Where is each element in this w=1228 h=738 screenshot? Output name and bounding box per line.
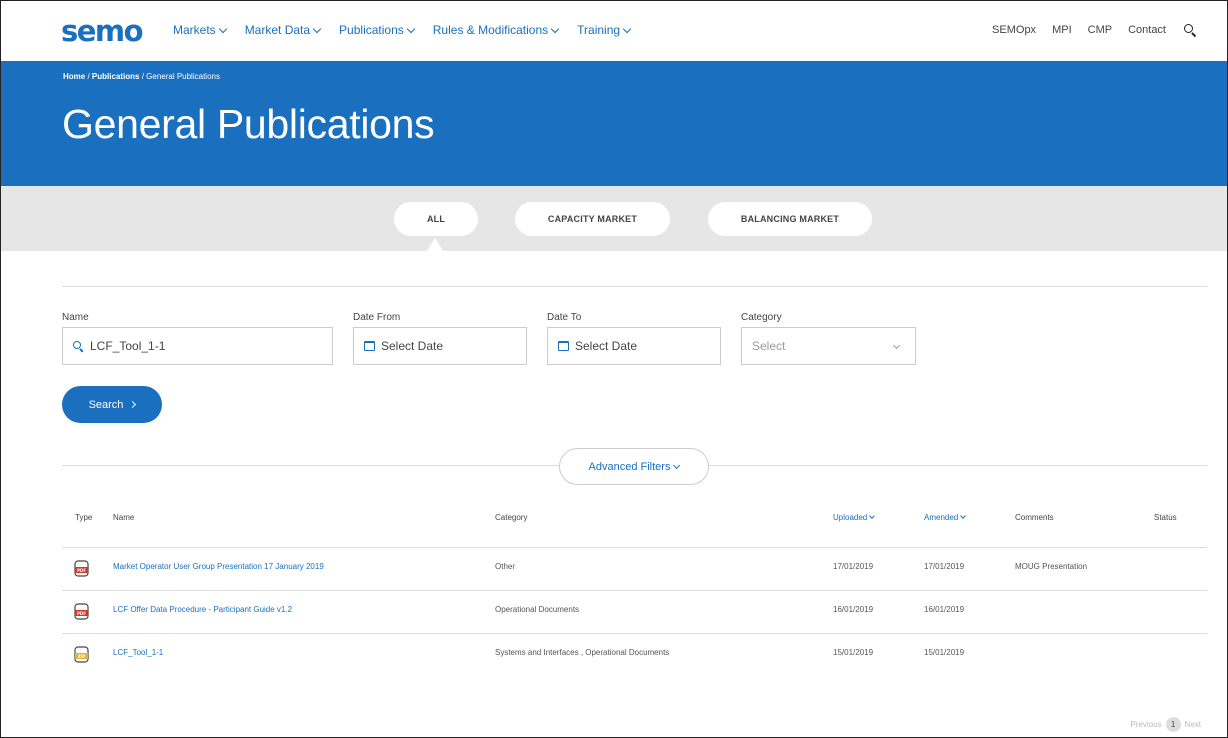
- file-uploaded: 16/01/2019: [833, 605, 874, 614]
- chevron-down-icon: [312, 24, 322, 34]
- nav-publications[interactable]: Publications: [339, 23, 416, 37]
- top-nav: semo Markets Market Data Publications Ru…: [1, 1, 1227, 61]
- zip-file-icon[interactable]: ZIP: [74, 646, 89, 663]
- search-icon[interactable]: [1183, 23, 1197, 38]
- breadcrumb-home[interactable]: Home: [63, 72, 85, 81]
- link-semopx[interactable]: SEMOpx: [992, 24, 1036, 36]
- pdf-file-icon[interactable]: PDF: [74, 560, 89, 577]
- divider: [62, 286, 1207, 287]
- link-mpi[interactable]: MPI: [1052, 24, 1072, 36]
- file-amended: 16/01/2019: [924, 605, 965, 614]
- sort-icon: [960, 513, 967, 519]
- divider: [709, 465, 1207, 466]
- main-nav: Markets Market Data Publications Rules &…: [173, 23, 649, 37]
- category-label: Category: [741, 312, 782, 323]
- name-label: Name: [62, 312, 89, 323]
- semo-logo[interactable]: semo: [61, 17, 144, 46]
- advanced-filters-button[interactable]: Advanced Filters: [559, 448, 709, 485]
- breadcrumb: Home / Publications / General Publicatio…: [63, 72, 220, 81]
- nav-training[interactable]: Training: [577, 23, 632, 37]
- date-from-placeholder: Select Date: [381, 339, 444, 353]
- file-name-link[interactable]: LCF Offer Data Procedure - Participant G…: [113, 605, 292, 614]
- nav-market-data[interactable]: Market Data: [244, 23, 322, 37]
- active-tab-indicator: [427, 238, 443, 251]
- nav-rules-label: Rules & Modifications: [432, 23, 549, 37]
- pagination: Previous 1 Next: [1130, 717, 1201, 732]
- chevron-down-icon: [892, 341, 901, 350]
- row-divider: [62, 633, 1207, 634]
- link-cmp[interactable]: CMP: [1088, 24, 1112, 36]
- date-to-placeholder: Select Date: [575, 339, 638, 353]
- nav-markets-label: Markets: [173, 23, 216, 37]
- search-icon: [73, 340, 84, 352]
- pagination-page[interactable]: 1: [1165, 717, 1181, 732]
- category-select[interactable]: Select: [741, 327, 916, 365]
- row-divider: [62, 590, 1207, 591]
- amended-label: Amended: [924, 513, 959, 522]
- svg-text:PDF: PDF: [77, 568, 86, 573]
- calendar-icon: [364, 341, 375, 351]
- svg-text:PDF: PDF: [77, 611, 86, 616]
- file-category: Other: [495, 562, 516, 571]
- svg-text:ZIP: ZIP: [78, 654, 85, 659]
- row-divider: [62, 547, 1207, 548]
- pagination-previous[interactable]: Previous: [1130, 720, 1161, 729]
- search-button[interactable]: Search: [62, 386, 162, 423]
- col-header-name: Name: [113, 513, 135, 522]
- category-placeholder: Select: [752, 339, 786, 353]
- tab-band: ALL CAPACITY MARKET BALANCING MARKET: [1, 186, 1227, 251]
- nav-training-label: Training: [577, 23, 621, 37]
- link-contact[interactable]: Contact: [1128, 24, 1166, 36]
- breadcrumb-current: General Publications: [146, 72, 220, 81]
- col-header-status: Status: [1154, 513, 1177, 522]
- chevron-down-icon: [673, 461, 681, 470]
- sort-icon: [869, 513, 876, 519]
- breadcrumb-publications[interactable]: Publications: [92, 72, 140, 81]
- pdf-file-icon[interactable]: PDF: [74, 603, 89, 620]
- tab-capacity-market[interactable]: CAPACITY MARKET: [515, 202, 670, 236]
- tab-balancing-market[interactable]: BALANCING MARKET: [708, 202, 872, 236]
- page-frame: semo Markets Market Data Publications Ru…: [0, 0, 1228, 738]
- file-name-link[interactable]: LCF_Tool_1-1: [113, 648, 163, 657]
- chevron-right-icon: [129, 400, 137, 409]
- pagination-next[interactable]: Next: [1185, 720, 1201, 729]
- file-category: Operational Documents: [495, 605, 580, 614]
- uploaded-label: Uploaded: [833, 513, 868, 522]
- chevron-down-icon: [550, 24, 560, 34]
- col-header-amended[interactable]: Amended: [924, 513, 967, 522]
- file-uploaded: 17/01/2019: [833, 562, 874, 571]
- page-title: General Publications: [62, 101, 435, 147]
- file-name-link[interactable]: Market Operator User Group Presentation …: [113, 562, 324, 571]
- name-search-input[interactable]: LCF_Tool_1-1: [62, 327, 333, 365]
- chevron-down-icon: [406, 24, 416, 34]
- date-to-label: Date To: [547, 312, 582, 323]
- col-header-uploaded[interactable]: Uploaded: [833, 513, 876, 522]
- file-amended: 15/01/2019: [924, 648, 965, 657]
- tab-all[interactable]: ALL: [394, 202, 478, 236]
- file-comments: MOUG Presentation: [1015, 562, 1088, 571]
- name-input-value: LCF_Tool_1-1: [90, 339, 166, 353]
- file-category: Systems and Interfaces , Operational Doc…: [495, 648, 670, 657]
- date-from-label: Date From: [353, 312, 401, 323]
- chevron-down-icon: [218, 24, 227, 34]
- col-header-comments: Comments: [1015, 513, 1054, 522]
- utility-nav: SEMOpx MPI CMP Contact: [976, 23, 1197, 38]
- file-amended: 17/01/2019: [924, 562, 965, 571]
- advanced-filters-label: Advanced Filters: [588, 460, 671, 473]
- chevron-down-icon: [622, 24, 632, 34]
- col-header-type: Type: [75, 513, 93, 522]
- date-from-input[interactable]: Select Date: [353, 327, 527, 365]
- divider: [62, 465, 559, 466]
- calendar-icon: [558, 341, 569, 351]
- file-uploaded: 15/01/2019: [833, 648, 874, 657]
- nav-markets[interactable]: Markets: [173, 23, 227, 37]
- nav-market-data-label: Market Data: [244, 23, 311, 37]
- nav-publications-label: Publications: [339, 23, 404, 37]
- nav-rules-modifications[interactable]: Rules & Modifications: [432, 23, 560, 37]
- col-header-category: Category: [495, 513, 528, 522]
- hero-banner: Home / Publications / General Publicatio…: [1, 61, 1227, 186]
- date-to-input[interactable]: Select Date: [547, 327, 721, 365]
- search-button-label: Search: [88, 398, 124, 411]
